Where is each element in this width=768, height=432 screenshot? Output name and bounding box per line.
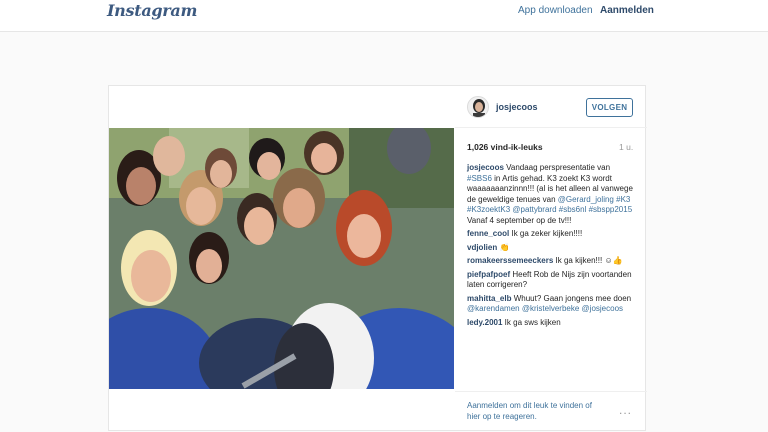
post-sidebar: josjecoos VOLGEN 1,026 vind-ik-leuks 1 u… [455,86,647,432]
comment: mahitta_elb Whuut? Gaan jongens mee doen… [467,294,637,315]
app-download-link[interactable]: App downloaden [518,5,593,16]
comment-text: Ik ga zeker kijken!!!! [511,229,583,238]
mention-link[interactable]: @josjecoos [582,304,623,313]
instagram-logo[interactable]: Instagram [107,1,197,20]
like-count: 1,026 vind-ik-leuks [467,142,543,152]
comment-text: Ik ga sws kijken [504,317,561,327]
post-username[interactable]: josjecoos [496,102,538,112]
comment-username[interactable]: vdjolien [467,243,497,252]
comment-text: Whuut? Gaan jongens mee doen [513,293,632,303]
mention-link[interactable]: @karendamen [467,304,520,313]
avatar[interactable] [467,96,489,118]
comment-username[interactable]: fenne_cool [467,229,509,238]
hashtag-link[interactable]: #sbspp2015 [589,205,633,214]
mention-link[interactable]: @Gerard_joling [558,195,614,204]
top-bar: Instagram App downloaden Aanmelden [0,0,768,32]
comment: piefpafpoef Heeft Rob de Nijs zijn voort… [467,270,637,291]
post-photo-image [109,128,454,389]
comment: ledy.2001 Ik ga sws kijken [467,318,637,329]
comment-username[interactable]: ledy.2001 [467,318,502,327]
comment-username[interactable]: mahitta_elb [467,294,511,303]
comment-username[interactable]: romakeerssemeeckers [467,256,553,265]
more-options-icon[interactable]: ... [619,403,632,417]
post-age: 1 u. [619,142,634,152]
comment-username[interactable]: piefpafpoef [467,270,510,279]
hashtag-link[interactable]: #K3zoektK3 [467,205,510,214]
post-card: josjecoos VOLGEN 1,026 vind-ik-leuks 1 u… [108,85,647,432]
hashtag-link[interactable]: #SBS6 [467,174,492,183]
post-photo[interactable] [109,128,454,389]
hashtag-link[interactable]: #sbs6nl [559,205,587,214]
avatar-image [468,97,488,117]
caption-text: Vandaag perspresentatie van [506,163,611,172]
login-to-comment-link[interactable]: Aanmelden om dit leuk te vinden of hier … [467,401,607,422]
mention-link[interactable]: @kristelverbeke [522,304,579,313]
comment-text: Ik ga kijken!!! ☺👍 [555,256,623,265]
post-header: josjecoos VOLGEN [455,86,647,128]
comment: romakeerssemeeckers Ik ga kijken!!! ☺👍 [467,256,637,267]
mention-link[interactable]: @pattybrard [512,205,556,214]
hashtag-link[interactable]: #K3 [616,195,630,204]
comment: fenne_cool Ik ga zeker kijken!!!! [467,229,637,240]
post-footer: Aanmelden om dit leuk te vinden of hier … [455,391,647,432]
caption-text: Vanaf 4 september op de tv!!! [467,215,572,225]
caption-username[interactable]: josjecoos [467,163,504,172]
comments-list: josjecoos Vandaag perspresentatie van #S… [467,163,637,331]
login-link[interactable]: Aanmelden [600,5,654,16]
caption: josjecoos Vandaag perspresentatie van #S… [467,163,637,226]
follow-button[interactable]: VOLGEN [586,98,633,117]
comment: vdjolien 👏 [467,243,637,254]
comment-text: 👏 [499,242,510,252]
